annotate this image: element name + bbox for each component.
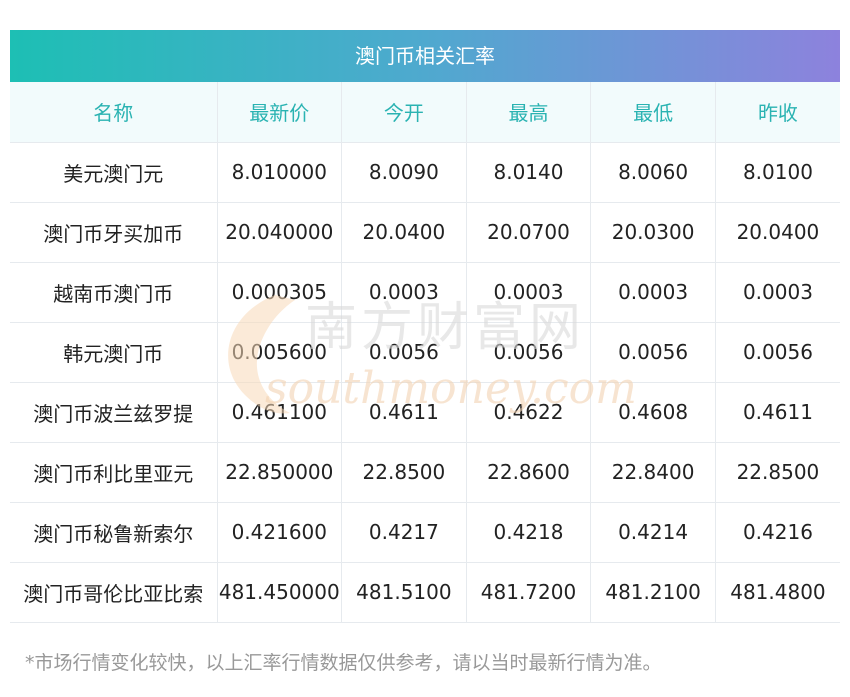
header-name: 名称	[10, 82, 217, 143]
table-title: 澳门币相关汇率	[10, 30, 840, 82]
pair-name: 韩元澳门币	[10, 322, 217, 383]
low-price: 0.4608	[590, 382, 716, 443]
pair-name: 澳门币波兰兹罗提	[10, 382, 217, 443]
pair-name: 澳门币利比里亚元	[10, 442, 217, 503]
pair-name: 澳门币哥伦比亚比索	[10, 562, 217, 623]
open-price: 481.5100	[341, 562, 467, 623]
high-price: 22.8600	[465, 442, 591, 503]
low-price: 0.4214	[590, 502, 716, 563]
exchange-rate-table: 名称 最新价 今开 最高 最低 昨收 美元澳门元 8.010000 8.0090…	[10, 82, 840, 623]
pair-name: 澳门币牙买加币	[10, 202, 217, 263]
table-row: 澳门币波兰兹罗提 0.461100 0.4611 0.4622 0.4608 0…	[10, 382, 840, 443]
low-price: 22.8400	[590, 442, 716, 503]
low-price: 481.2100	[590, 562, 716, 623]
low-price: 0.0003	[590, 262, 716, 323]
low-price: 0.0056	[590, 322, 716, 383]
prev-close-price: 20.0400	[714, 202, 840, 263]
latest-price: 22.850000	[216, 442, 342, 503]
pair-name: 澳门币秘鲁新索尔	[10, 502, 217, 563]
open-price: 8.0090	[341, 142, 467, 203]
latest-price: 0.000305	[216, 262, 342, 323]
header-high: 最高	[465, 82, 591, 143]
prev-close-price: 481.4800	[714, 562, 840, 623]
high-price: 20.0700	[465, 202, 591, 263]
latest-price: 0.421600	[216, 502, 342, 563]
pair-name: 越南币澳门币	[10, 262, 217, 323]
disclaimer-note: *市场行情变化较快，以上汇率行情数据仅供参考，请以当时最新行情为准。	[25, 652, 662, 674]
open-price: 0.0056	[341, 322, 467, 383]
open-price: 0.0003	[341, 262, 467, 323]
open-price: 0.4217	[341, 502, 467, 563]
table-row: 澳门币哥伦比亚比索 481.450000 481.5100 481.7200 4…	[10, 562, 840, 623]
table-row: 美元澳门元 8.010000 8.0090 8.0140 8.0060 8.01…	[10, 142, 840, 203]
latest-price: 8.010000	[216, 142, 342, 203]
open-price: 22.8500	[341, 442, 467, 503]
open-price: 20.0400	[341, 202, 467, 263]
latest-price: 481.450000	[216, 562, 342, 623]
high-price: 0.0003	[465, 262, 591, 323]
header-latest: 最新价	[216, 82, 342, 143]
rates-page: 澳门币相关汇率 名称 最新价 今开 最高 最低 昨收 美元澳门元 8.01000…	[0, 0, 850, 697]
header-open: 今开	[341, 82, 467, 143]
pair-name: 美元澳门元	[10, 142, 217, 203]
prev-close-price: 0.4611	[714, 382, 840, 443]
latest-price: 0.461100	[216, 382, 342, 443]
high-price: 481.7200	[465, 562, 591, 623]
table-row: 澳门币牙买加币 20.040000 20.0400 20.0700 20.030…	[10, 202, 840, 263]
prev-close-price: 0.0003	[714, 262, 840, 323]
low-price: 20.0300	[590, 202, 716, 263]
prev-close-price: 0.0056	[714, 322, 840, 383]
table-row: 韩元澳门币 0.005600 0.0056 0.0056 0.0056 0.00…	[10, 322, 840, 383]
latest-price: 20.040000	[216, 202, 342, 263]
latest-price: 0.005600	[216, 322, 342, 383]
table-row: 越南币澳门币 0.000305 0.0003 0.0003 0.0003 0.0…	[10, 262, 840, 323]
low-price: 8.0060	[590, 142, 716, 203]
open-price: 0.4611	[341, 382, 467, 443]
table-row: 澳门币利比里亚元 22.850000 22.8500 22.8600 22.84…	[10, 442, 840, 503]
table-row: 澳门币秘鲁新索尔 0.421600 0.4217 0.4218 0.4214 0…	[10, 502, 840, 563]
prev-close-price: 0.4216	[714, 502, 840, 563]
prev-close-price: 8.0100	[714, 142, 840, 203]
header-low: 最低	[590, 82, 716, 143]
header-prev-close: 昨收	[714, 82, 840, 143]
high-price: 0.0056	[465, 322, 591, 383]
high-price: 0.4218	[465, 502, 591, 563]
prev-close-price: 22.8500	[714, 442, 840, 503]
table-header-row: 名称 最新价 今开 最高 最低 昨收	[10, 82, 840, 143]
high-price: 8.0140	[465, 142, 591, 203]
high-price: 0.4622	[465, 382, 591, 443]
